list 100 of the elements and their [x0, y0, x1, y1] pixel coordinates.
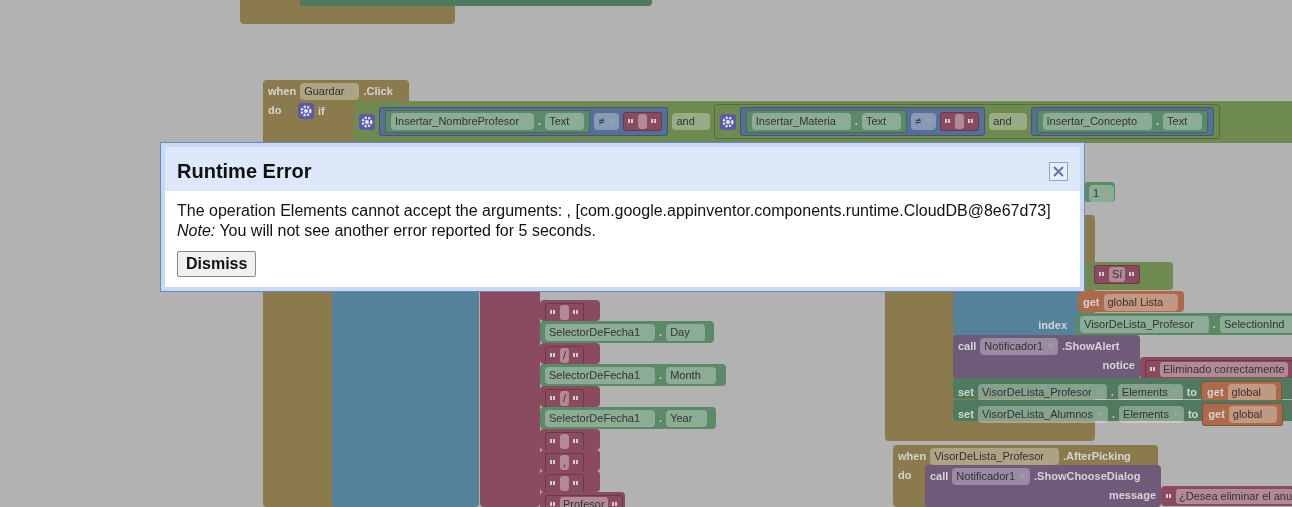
caret-icon	[1167, 300, 1175, 305]
text-field[interactable]: /	[560, 348, 570, 363]
text-field[interactable]	[638, 114, 648, 129]
quote-icon	[550, 480, 556, 487]
block-label: .AfterPicking	[1063, 450, 1131, 463]
text-field[interactable]	[560, 434, 569, 449]
block-dropdown[interactable]: ≠	[911, 113, 937, 130]
quote-icon	[550, 309, 556, 316]
block-label: index	[1038, 319, 1067, 332]
block-dropdown[interactable]: VisorDeLista_Profesor	[930, 448, 1059, 465]
block-dropdown[interactable]: SelectorDeFecha1	[545, 367, 656, 384]
block-dropdown[interactable]: global	[1228, 406, 1278, 423]
caret-icon	[1019, 474, 1027, 479]
quote-icon	[651, 118, 658, 125]
block-label: message	[1108, 489, 1156, 502]
block-label: .	[659, 412, 663, 425]
quote-icon	[550, 438, 556, 445]
caret-icon	[1048, 454, 1055, 459]
block-label: .	[1110, 386, 1114, 399]
text-field[interactable]: ,	[560, 455, 570, 470]
quote-icon	[550, 395, 556, 402]
quote-icon	[1099, 271, 1105, 278]
block-label: .Click	[363, 85, 393, 98]
error-note: Note: You will not see another error reported for 5 seconds.	[177, 221, 597, 241]
block-label: .	[659, 369, 663, 382]
block-dropdown[interactable]: Text	[861, 113, 902, 130]
block-dropdown[interactable]: Insertar_NombreProfesor	[391, 113, 535, 130]
quote-icon	[628, 118, 635, 125]
quote-icon	[968, 118, 975, 125]
block-dropdown[interactable]: Elements	[1119, 406, 1184, 423]
block-dropdown[interactable]: ≠	[594, 113, 620, 130]
caret-icon	[925, 119, 933, 124]
block-dropdown[interactable]: VisorDeLista_Profesor	[977, 384, 1107, 401]
block-label: .	[1112, 408, 1116, 421]
block-dropdown[interactable]: Insertar_Concepto	[1042, 113, 1152, 130]
block-dropdown[interactable]: Year	[666, 410, 708, 427]
block-label: call	[958, 340, 977, 353]
gear-icon	[359, 113, 375, 130]
block-dropdown[interactable]: and	[989, 113, 1027, 130]
quote-icon	[1150, 366, 1156, 373]
block-dropdown[interactable]: SelectorDeFecha1	[545, 324, 656, 341]
caret-icon	[1047, 344, 1055, 349]
block-label: to	[1187, 408, 1199, 421]
text-field[interactable]: ¿Desea eliminar el anu	[1176, 489, 1292, 504]
block-dropdown[interactable]: Text	[1163, 113, 1203, 130]
block-dropdown[interactable]: VisorDeLista_Profesor	[1080, 316, 1209, 333]
close-button[interactable]	[1049, 161, 1068, 181]
block-label: set	[958, 386, 974, 399]
quote-icon	[573, 438, 579, 445]
dismiss-button[interactable]: Dismiss	[177, 251, 257, 277]
block-dropdown[interactable]: VisorDeLista_Alumnos	[977, 406, 1108, 423]
block-label: when	[898, 450, 927, 463]
text-field[interactable]: /	[560, 391, 570, 406]
block-label: get	[1083, 296, 1100, 309]
block-dropdown[interactable]: Notificador1	[980, 338, 1059, 355]
block-label: do	[268, 104, 282, 117]
block-dropdown[interactable]: Day	[666, 324, 705, 341]
text-field[interactable]: Sí	[1109, 267, 1126, 282]
block-dropdown[interactable]: Month	[666, 367, 716, 384]
block-label: .	[854, 115, 858, 128]
text-field[interactable]	[560, 305, 569, 320]
error-message: The operation Elements cannot accept the arguments: , [com.google.appinventor.components.runtime.CloudDB@8e67d73]	[177, 201, 1052, 221]
caret-icon	[348, 89, 356, 94]
dialog-title: Runtime Error	[177, 159, 312, 183]
block-dropdown[interactable]: Text	[545, 113, 585, 130]
gear-icon	[298, 103, 314, 119]
quote-icon	[573, 395, 580, 402]
block-dropdown[interactable]: SelectorDeFecha1	[545, 410, 656, 427]
quote-icon	[945, 118, 952, 125]
text-field[interactable]: Eliminado correctamente	[1160, 362, 1288, 377]
caret-icon	[608, 119, 616, 124]
text-field[interactable]	[955, 114, 965, 129]
block-label: .	[538, 115, 542, 128]
caret-icon	[1266, 412, 1274, 417]
block-dropdown[interactable]: global Lista	[1103, 294, 1179, 311]
quote-icon	[573, 480, 579, 487]
block-label: notice	[1102, 359, 1135, 372]
block-dropdown[interactable]: Elements	[1117, 384, 1183, 401]
block-label: .ShowChooseDialog	[1034, 470, 1141, 483]
text-field[interactable]	[560, 476, 569, 491]
block-label: get	[1208, 408, 1225, 421]
block-label: .	[1212, 318, 1216, 331]
quote-icon	[611, 501, 618, 507]
block-dropdown[interactable]: Guardar	[300, 83, 360, 100]
block-dropdown[interactable]: and	[672, 113, 710, 130]
block-label: if	[318, 104, 325, 118]
block-dropdown[interactable]: Notificador1	[952, 468, 1031, 485]
quote-icon	[1129, 271, 1136, 278]
block-label: set	[958, 408, 974, 421]
quote-icon	[573, 352, 580, 359]
block-dropdown[interactable]: SelectionInd	[1219, 316, 1292, 333]
block-dropdown[interactable]: Insertar_Materia	[751, 113, 851, 130]
block-dropdown[interactable]: 1	[1089, 185, 1115, 202]
block-label: get	[1207, 386, 1224, 399]
quote-icon	[550, 501, 556, 507]
block-label: .ShowAlert	[1062, 340, 1120, 353]
gear-icon	[719, 113, 736, 130]
close-icon	[1053, 165, 1064, 177]
block-label: .	[1156, 115, 1160, 128]
block-label: .	[659, 326, 663, 339]
